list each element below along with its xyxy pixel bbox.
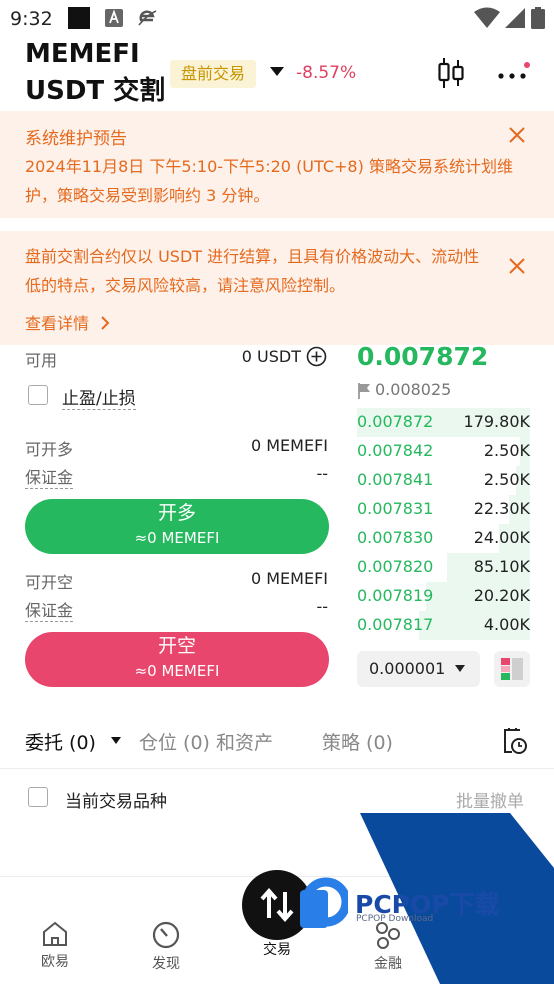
browser-icon	[138, 10, 157, 26]
open-short-label: 开空	[157, 635, 196, 657]
chevron-right-icon	[101, 316, 110, 330]
max-short-label: 可开空	[25, 573, 74, 592]
tab-strategies[interactable]: 策略 (0)	[322, 728, 393, 755]
risk-details-link[interactable]: 查看详情	[25, 310, 110, 334]
tpsl-checkbox[interactable]	[28, 385, 48, 405]
status-time: 9:32	[10, 8, 53, 30]
instrument-title[interactable]: MEMEFI USDT 交割	[25, 36, 165, 110]
orderbook-row[interactable]: 0.007817 4.00K	[357, 611, 530, 640]
open-short-button[interactable]: 开空 ≈0 MEMEFI	[25, 632, 329, 687]
maintenance-banner: 系统维护预告 2024年11月8日 下午5:10-下午5:20 (UTC+8) …	[0, 111, 554, 218]
precision-value: 0.000001	[369, 659, 446, 678]
max-long-label: 可开多	[25, 440, 74, 459]
orderbook-price: 0.007841	[357, 470, 434, 489]
mark-price: 0.008025	[375, 380, 452, 399]
tab-positions[interactable]: 仓位 (0) 和资产	[139, 728, 273, 755]
available-value: 0 USDT	[241, 347, 301, 366]
more-menu-icon[interactable]	[497, 62, 531, 84]
pcpop-logo-icon	[300, 877, 348, 928]
nav-discover-label: 发现	[152, 956, 180, 972]
orderbook-amount: 20.20K	[473, 586, 530, 605]
watermark-subtext: PCPOP Download	[356, 914, 434, 924]
close-icon[interactable]	[508, 126, 526, 144]
precision-select[interactable]: 0.000001	[357, 651, 480, 687]
orderbook-row[interactable]: 0.007831 22.30K	[357, 495, 530, 524]
current-symbol-label[interactable]: 当前交易品种	[65, 787, 167, 812]
home-icon	[43, 921, 67, 946]
nav-trade-label: 交易	[263, 942, 291, 958]
price-change: -8.57%	[296, 63, 357, 83]
close-icon[interactable]	[508, 257, 526, 275]
status-bar: 9:32	[0, 0, 554, 38]
risk-banner: 盘前交割合约仅以 USDT 进行结算，且具有价格波动大、流动性低的特点，交易风险…	[0, 231, 554, 345]
wifi-icon	[474, 7, 500, 28]
short-margin-label: 保证金	[25, 597, 74, 622]
orderbook-amount: 22.30K	[473, 499, 530, 518]
orderbook-amount: 2.50K	[483, 441, 530, 460]
orderbook-amount: 85.10K	[473, 557, 530, 576]
tpsl-label[interactable]: 止盈/止损	[62, 384, 136, 410]
orderbook-row[interactable]: 0.007819 20.20K	[357, 582, 530, 611]
orderbook-price: 0.007817	[357, 615, 434, 634]
last-price: 0.007872	[357, 342, 489, 371]
orderbook-amount: 24.00K	[473, 528, 530, 547]
open-long-amount: ≈0 MEMEFI	[134, 529, 220, 547]
app-notification-icon	[105, 9, 123, 27]
current-symbol-checkbox[interactable]	[28, 787, 48, 807]
nav-home-label: 欧易	[41, 954, 69, 970]
signal-icon	[505, 8, 525, 28]
long-margin-label: 保证金	[25, 464, 74, 489]
nav-discover[interactable]: 发现	[136, 920, 196, 973]
long-margin-value: --	[316, 464, 328, 483]
orderbook-price: 0.007831	[357, 499, 434, 518]
maintenance-text: 2024年11月8日 下午5:10-下午5:20 (UTC+8) 策略交易系统计…	[25, 157, 513, 205]
orderbook-price: 0.007820	[357, 557, 434, 576]
open-short-amount: ≈0 MEMEFI	[134, 662, 220, 680]
instrument-type: USDT 交割	[25, 76, 166, 106]
open-long-button[interactable]: 开多 ≈0 MEMEFI	[25, 499, 329, 554]
max-short-value: 0 MEMEFI	[250, 569, 328, 588]
nav-home[interactable]: 欧易	[25, 920, 85, 971]
risk-text: 盘前交割合约仅以 USDT 进行结算，且具有价格波动大、流动性低的特点，交易风险…	[25, 247, 480, 295]
mark-price-flag-icon	[358, 383, 370, 399]
tab-orders[interactable]: 委托 (0)	[25, 728, 96, 755]
orderbook-price: 0.007819	[357, 586, 434, 605]
discover-icon	[152, 921, 180, 949]
orderbook-row[interactable]: 0.007830 24.00K	[357, 524, 530, 553]
orderbook-layout-icon[interactable]	[494, 651, 530, 687]
notification-square-icon	[68, 7, 90, 29]
orderbook-row[interactable]: 0.007841 2.50K	[357, 466, 530, 495]
orderbook-price: 0.007830	[357, 528, 434, 547]
instrument-symbol: MEMEFI	[25, 39, 140, 69]
orderbook-amount: 2.50K	[483, 470, 530, 489]
candlestick-chart-icon[interactable]	[437, 57, 465, 89]
orderbook-price: 0.007842	[357, 441, 434, 460]
chevron-down-icon[interactable]	[111, 737, 121, 744]
tabs-divider	[0, 768, 554, 769]
orderbook-amount: 179.80K	[463, 412, 530, 431]
available-label: 可用	[25, 351, 58, 370]
orderbook-row[interactable]: 0.007872 179.80K	[357, 408, 530, 437]
orderbook-row[interactable]: 0.007820 85.10K	[357, 553, 530, 582]
orderbook-price: 0.007872	[357, 412, 434, 431]
batch-cancel-button[interactable]: 批量撤单	[456, 787, 524, 812]
maintenance-title: 系统维护预告	[25, 129, 127, 149]
orderbook-amount: 4.00K	[483, 615, 530, 634]
order-history-icon[interactable]	[502, 727, 528, 755]
premarket-tag: 盘前交易	[170, 60, 256, 88]
open-long-label: 开多	[157, 502, 196, 524]
max-long-value: 0 MEMEFI	[250, 436, 328, 455]
orderbook-row[interactable]: 0.007842 2.50K	[357, 437, 530, 466]
chevron-down-icon	[455, 665, 465, 672]
short-margin-value: --	[316, 597, 328, 616]
transfer-add-icon[interactable]	[306, 346, 327, 367]
battery-icon	[531, 7, 545, 29]
risk-details-label: 查看详情	[25, 314, 90, 333]
instrument-dropdown-icon[interactable]	[270, 67, 284, 76]
